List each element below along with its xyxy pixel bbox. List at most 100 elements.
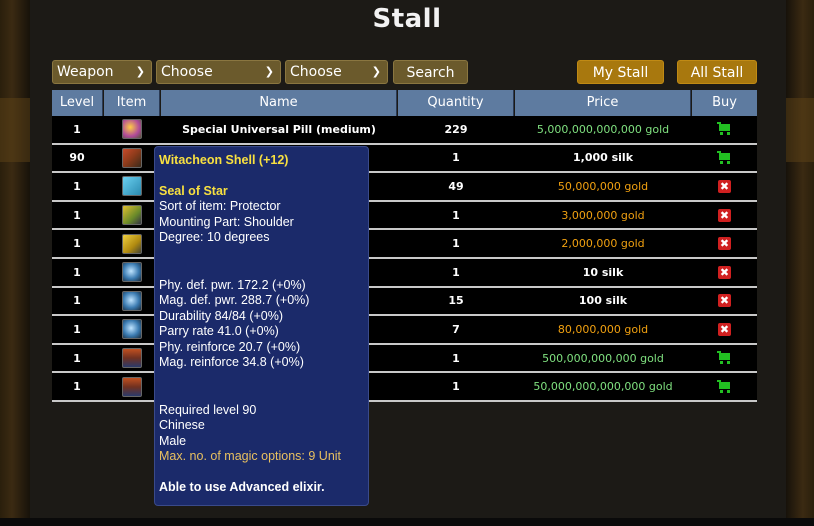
row-price: 3,000,000 gold	[561, 208, 645, 222]
row-item-cell	[104, 259, 160, 286]
row-item-cell	[104, 373, 160, 400]
row-price: 500,000,000,000 gold	[542, 351, 664, 365]
tooltip-race: Chinese	[159, 418, 205, 432]
row-quantity: 15	[448, 294, 464, 308]
shell-icon[interactable]	[122, 147, 142, 168]
globe-icon[interactable]	[122, 290, 142, 311]
row-item-cell	[104, 230, 160, 257]
row-item-cell	[104, 145, 160, 172]
accessory-icon[interactable]	[122, 205, 142, 226]
row-level: 1	[73, 237, 81, 251]
tooltip-sort: Sort of item: Protector	[159, 199, 281, 213]
row-quantity: 7	[452, 322, 460, 336]
row-quantity: 1	[452, 380, 460, 394]
row-price: 10 silk	[582, 265, 624, 279]
unavailable-icon: ✖	[718, 265, 731, 279]
movement-icon[interactable]	[122, 233, 142, 254]
row-price: 80,000,000 gold	[557, 322, 649, 336]
column-header-level[interactable]: Level	[52, 90, 103, 116]
row-quantity: 1	[452, 208, 460, 222]
tooltip-magic-options: Max. no. of magic options: 9 Unit	[159, 449, 342, 463]
cart-icon[interactable]	[716, 379, 733, 394]
globe-icon[interactable]	[122, 319, 142, 340]
row-quantity: 49	[448, 179, 464, 193]
pill-icon[interactable]	[122, 119, 142, 140]
row-level: 1	[73, 351, 81, 365]
row-quantity: 1	[452, 351, 460, 365]
row-buy-cell	[692, 373, 757, 400]
row-item-cell	[104, 116, 160, 143]
chevron-down-icon: ❯	[135, 65, 145, 78]
search-button[interactable]: Search	[393, 60, 468, 84]
item-type-dropdown[interactable]: Weapon ❯	[52, 60, 152, 84]
row-item-cell	[104, 345, 160, 372]
unavailable-icon: ✖	[718, 294, 731, 308]
tooltip-phy-def: Phy. def. pwr. 172.2 (+0%)	[159, 277, 306, 292]
globe-icon[interactable]	[122, 262, 142, 283]
row-buy-cell: ✖	[692, 230, 757, 257]
bottom-bar	[0, 518, 814, 526]
row-quantity: 1	[452, 237, 460, 251]
unavailable-icon: ✖	[718, 322, 731, 336]
tooltip-set-name: Seal of Star	[159, 183, 228, 198]
cart-icon[interactable]	[716, 150, 733, 165]
row-buy-cell: ✖	[692, 202, 757, 229]
row-quantity: 1	[452, 265, 460, 279]
row-buy-cell	[692, 145, 757, 172]
column-header-buy[interactable]: Buy	[692, 90, 757, 116]
chevron-down-icon: ❯	[264, 65, 274, 78]
row-buy-cell: ✖	[692, 259, 757, 286]
tooltip-mag-def: Mag. def. pwr. 288.7 (+0%)	[159, 293, 310, 307]
row-price: 1,000 silk	[572, 151, 634, 165]
row-level: 1	[73, 294, 81, 308]
row-level: 1	[73, 265, 81, 279]
row-price: 5,000,000,000,000 gold	[536, 122, 670, 136]
column-header-name[interactable]: Name	[161, 90, 397, 116]
cart-icon[interactable]	[716, 351, 733, 365]
row-item-cell	[104, 173, 160, 200]
row-level: 1	[73, 208, 81, 222]
tooltip-mag-reinforce: Mag. reinforce 34.8 (+0%)	[159, 355, 304, 369]
row-level: 1	[73, 179, 81, 193]
column-header-item[interactable]: Item	[104, 90, 160, 116]
row-buy-cell: ✖	[692, 316, 757, 343]
row-buy-cell: ✖	[692, 288, 757, 315]
row-level: 1	[73, 322, 81, 336]
tooltip-parry: Parry rate 41.0 (+0%)	[159, 324, 279, 338]
row-level: 1	[73, 122, 81, 136]
tooltip-gender: Male	[159, 433, 187, 448]
filter-choose-2-selected: Choose	[290, 64, 342, 80]
column-header-price[interactable]: Price	[515, 90, 691, 116]
cart-icon[interactable]	[716, 122, 733, 136]
row-item-cell	[104, 202, 160, 229]
item-type-selected: Weapon	[57, 64, 114, 80]
column-header-quantity[interactable]: Quantity	[398, 90, 514, 116]
item-tooltip: Witacheon Shell (+12) Seal of Star Sort …	[154, 146, 369, 506]
page-title: Stall	[372, 4, 442, 34]
tooltip-phy-reinforce: Phy. reinforce 20.7 (+0%)	[159, 339, 301, 354]
filter-choose-1-dropdown[interactable]: Choose ❯	[156, 60, 281, 84]
filter-choose-2-dropdown[interactable]: Choose ❯	[285, 60, 388, 84]
unavailable-icon: ✖	[718, 237, 731, 251]
my-stall-button[interactable]: My Stall	[577, 60, 664, 84]
row-price: 2,000,000 gold	[561, 237, 645, 251]
scroll-icon[interactable]	[122, 176, 142, 197]
row-level: 1	[73, 380, 81, 394]
unavailable-icon: ✖	[718, 179, 731, 193]
dress-icon[interactable]	[122, 376, 142, 397]
tooltip-elixir: Able to use Advanced elixir.	[159, 479, 325, 494]
dress-icon[interactable]	[122, 348, 142, 369]
tooltip-durability: Durability 84/84 (+0%)	[159, 308, 284, 323]
row-item-cell	[104, 288, 160, 315]
table-row[interactable]: 1 Special Universal Pill (medium) 229 5,000…	[52, 116, 757, 145]
frame-right-border	[786, 0, 814, 520]
row-quantity: 1	[452, 151, 460, 165]
unavailable-icon: ✖	[718, 208, 731, 222]
all-stall-button[interactable]: All Stall	[677, 60, 757, 84]
row-buy-cell: ✖	[692, 173, 757, 200]
row-buy-cell	[692, 116, 757, 143]
table-header: Level Item Name Quantity Price Buy	[52, 90, 757, 116]
row-level: 90	[69, 151, 85, 165]
tooltip-required-level: Required level 90	[159, 402, 257, 417]
row-item-cell	[104, 316, 160, 343]
